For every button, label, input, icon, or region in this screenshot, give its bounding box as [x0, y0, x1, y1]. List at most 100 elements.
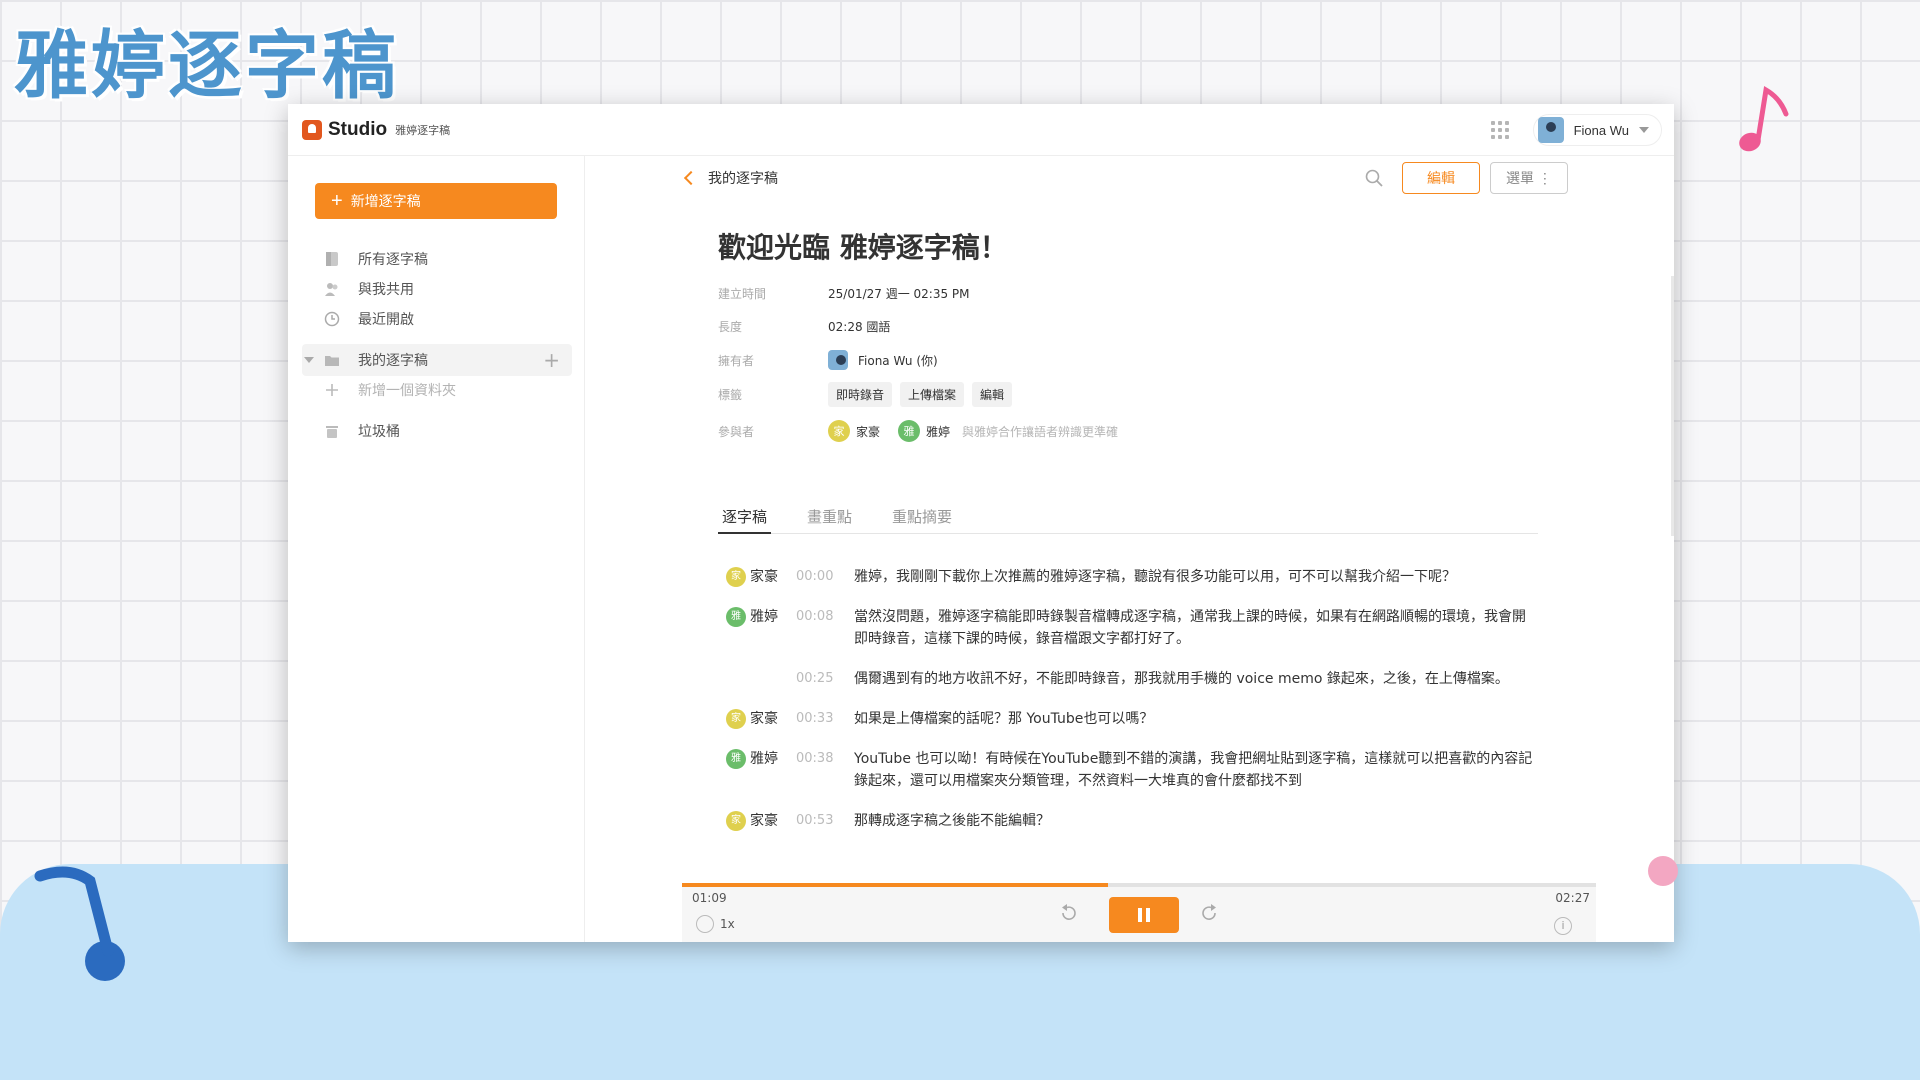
brand-name: Studio — [328, 118, 388, 140]
brand-subtitle: 雅婷逐字稿 — [395, 123, 451, 137]
meta-tags: 標籤 即時錄音 上傳檔案 編輯 — [718, 381, 1020, 407]
back-arrow-icon[interactable] — [683, 170, 699, 186]
speaker-name: 家豪 — [750, 569, 778, 585]
sidebar-item-my-transcripts[interactable]: 我的逐字稿 + — [302, 344, 572, 376]
pause-button[interactable] — [1109, 897, 1179, 933]
transcript-segment[interactable]: 家家豪 00:53 那轉成逐字稿之後能不能編輯？ — [726, 810, 1536, 832]
tab-transcript[interactable]: 逐字稿 — [718, 500, 772, 534]
segment-text[interactable]: 偶爾遇到有的地方收訊不好，不能即時錄音，那我就用手機的 voice memo 錄… — [854, 668, 1536, 690]
meta-value: 25/01/27 週一 02:35 PM — [828, 286, 970, 301]
segment-text[interactable]: YouTube 也可以呦！有時候在YouTube聽到不錯的演講，我會把網址貼到逐… — [854, 748, 1536, 792]
tag[interactable]: 即時錄音 — [828, 381, 893, 407]
sidebar-item-new-folder[interactable]: 新增一個資料夾 — [302, 374, 572, 406]
meta-label: 建立時間 — [718, 286, 767, 301]
meta-created: 建立時間 25/01/27 週一 02:35 PM — [718, 281, 970, 305]
speed-label: 1x — [720, 917, 735, 931]
menu-button[interactable]: 選單 ⋮ — [1490, 162, 1568, 194]
document-icon — [326, 252, 338, 266]
speaker-name: 家豪 — [750, 813, 778, 829]
participant-name[interactable]: 雅婷 — [926, 423, 950, 440]
speaker-avatar: 雅 — [726, 607, 746, 627]
timestamp[interactable]: 00:25 — [796, 668, 854, 690]
transcript-list: 家家豪 00:00 雅婷，我剛剛下載你上次推薦的雅婷逐字稿，聽說有很多功能可以用，可… — [726, 566, 1536, 882]
user-menu[interactable]: Fiona Wu — [1532, 114, 1662, 146]
info-icon[interactable]: i — [1554, 917, 1572, 935]
speaker-name: 雅婷 — [750, 609, 778, 625]
tab-highlights[interactable]: 畫重點 — [803, 500, 856, 533]
segment-text[interactable]: 那轉成逐字稿之後能不能編輯？ — [854, 810, 1536, 832]
sidebar-item-trash[interactable]: 垃圾桶 — [302, 415, 572, 447]
brand-logo-icon — [302, 119, 322, 140]
user-name: Fiona Wu — [1573, 122, 1629, 138]
chevron-down-icon — [1639, 127, 1649, 133]
floating-help-icon[interactable] — [1648, 856, 1678, 886]
forward-icon[interactable] — [1199, 903, 1219, 923]
timestamp[interactable]: 00:53 — [796, 810, 854, 832]
speaker[interactable]: 家家豪 — [726, 566, 796, 588]
timestamp[interactable]: 00:33 — [796, 708, 854, 730]
transcript-segment[interactable]: 雅雅婷 00:38 YouTube 也可以呦！有時候在YouTube聽到不錯的演講，… — [726, 748, 1536, 792]
timestamp[interactable]: 00:00 — [796, 566, 854, 588]
timestamp[interactable]: 00:38 — [796, 748, 854, 792]
sidebar-item-label: 與我共用 — [358, 282, 414, 298]
breadcrumb[interactable]: 我的逐字稿 — [683, 168, 778, 188]
avatar — [1537, 117, 1564, 143]
search-button[interactable] — [1358, 162, 1390, 194]
segment-text[interactable]: 雅婷，我剛剛下載你上次推薦的雅婷逐字稿，聽說有很多功能可以用，可不可以幫我介紹一… — [854, 566, 1536, 588]
apps-grid-icon[interactable] — [1490, 121, 1509, 139]
transcript-segment[interactable]: 雅雅婷 00:08 當然沒問題，雅婷逐字稿能即時錄製音檔轉成逐字稿，通常我上課的時候… — [726, 606, 1536, 650]
chevron-down-icon[interactable] — [304, 357, 314, 363]
sidebar-item-recent[interactable]: 最近開啟 — [302, 303, 572, 335]
speaker-avatar: 家 — [726, 709, 746, 729]
meta-label: 標籤 — [718, 387, 743, 402]
speaker-name: 家豪 — [750, 711, 778, 727]
participant-avatar: 家 — [828, 420, 850, 442]
people-icon — [325, 283, 338, 296]
speed-icon — [696, 915, 714, 933]
speaker[interactable]: 家家豪 — [726, 708, 796, 730]
transcript-segment[interactable]: 00:25 偶爾遇到有的地方收訊不好，不能即時錄音，那我就用手機的 voice m… — [726, 668, 1536, 690]
rewind-icon[interactable] — [1059, 903, 1079, 923]
audio-player: 01:09 02:27 1x i — [682, 883, 1596, 942]
speed-control[interactable]: 1x — [696, 915, 735, 933]
sidebar-item-all-transcripts[interactable]: 所有逐字稿 — [302, 243, 572, 275]
speaker[interactable]: 雅雅婷 — [726, 606, 796, 628]
transcript-segment[interactable]: 家家豪 00:00 雅婷，我剛剛下載你上次推薦的雅婷逐字稿，聽說有很多功能可以用，可… — [726, 566, 1536, 588]
total-time: 02:27 — [1555, 891, 1590, 905]
brand[interactable]: Studio 雅婷逐字稿 — [302, 119, 450, 141]
speaker-name: 雅婷 — [750, 751, 778, 767]
meta-label: 長度 — [718, 319, 743, 334]
tab-summary[interactable]: 重點摘要 — [888, 500, 956, 533]
edit-button[interactable]: 編輯 — [1402, 162, 1480, 194]
trash-icon — [326, 426, 338, 438]
sidebar-item-label: 垃圾桶 — [358, 424, 400, 440]
clock-icon — [324, 311, 340, 327]
avatar — [828, 350, 848, 370]
add-subfolder-icon[interactable]: + — [543, 348, 560, 372]
transcript-segment[interactable]: 家家豪 00:33 如果是上傳檔案的話呢？那 YouTube也可以嗎？ — [726, 708, 1536, 730]
participant-name[interactable]: 家豪 — [856, 423, 880, 440]
meta-participants: 參與者 家 家豪 雅 雅婷 與雅婷合作讓語者辨識更準確 — [718, 419, 1118, 443]
progress-bar[interactable] — [682, 883, 1596, 887]
meta-label: 參與者 — [718, 424, 755, 439]
current-time: 01:09 — [692, 891, 727, 905]
music-note-icon — [34, 866, 125, 981]
meta-value: 02:28 國語 — [828, 319, 891, 334]
tag[interactable]: 編輯 — [972, 381, 1013, 407]
speaker[interactable] — [726, 668, 796, 690]
timestamp[interactable]: 00:08 — [796, 606, 854, 650]
segment-text[interactable]: 如果是上傳檔案的話呢？那 YouTube也可以嗎？ — [854, 708, 1536, 730]
page-title: 雅婷逐字稿 — [14, 23, 399, 109]
speaker[interactable]: 雅雅婷 — [726, 748, 796, 770]
meta-length: 長度 02:28 國語 — [718, 314, 890, 338]
document-title: 歡迎光臨 雅婷逐字稿！ — [718, 231, 1008, 264]
tag[interactable]: 上傳檔案 — [900, 381, 965, 407]
sidebar-item-label: 新增一個資料夾 — [358, 383, 456, 399]
scrollbar[interactable] — [1671, 276, 1674, 536]
segment-text[interactable]: 當然沒問題，雅婷逐字稿能即時錄製音檔轉成逐字稿，通常我上課的時候，如果有在網路順… — [854, 606, 1536, 650]
participants-note: 與雅婷合作讓語者辨識更準確 — [962, 424, 1119, 439]
new-transcript-button[interactable]: + 新增逐字稿 — [315, 183, 557, 219]
speaker[interactable]: 家家豪 — [726, 810, 796, 832]
meta-label: 擁有者 — [718, 353, 755, 368]
sidebar-item-shared[interactable]: 與我共用 — [302, 273, 572, 305]
